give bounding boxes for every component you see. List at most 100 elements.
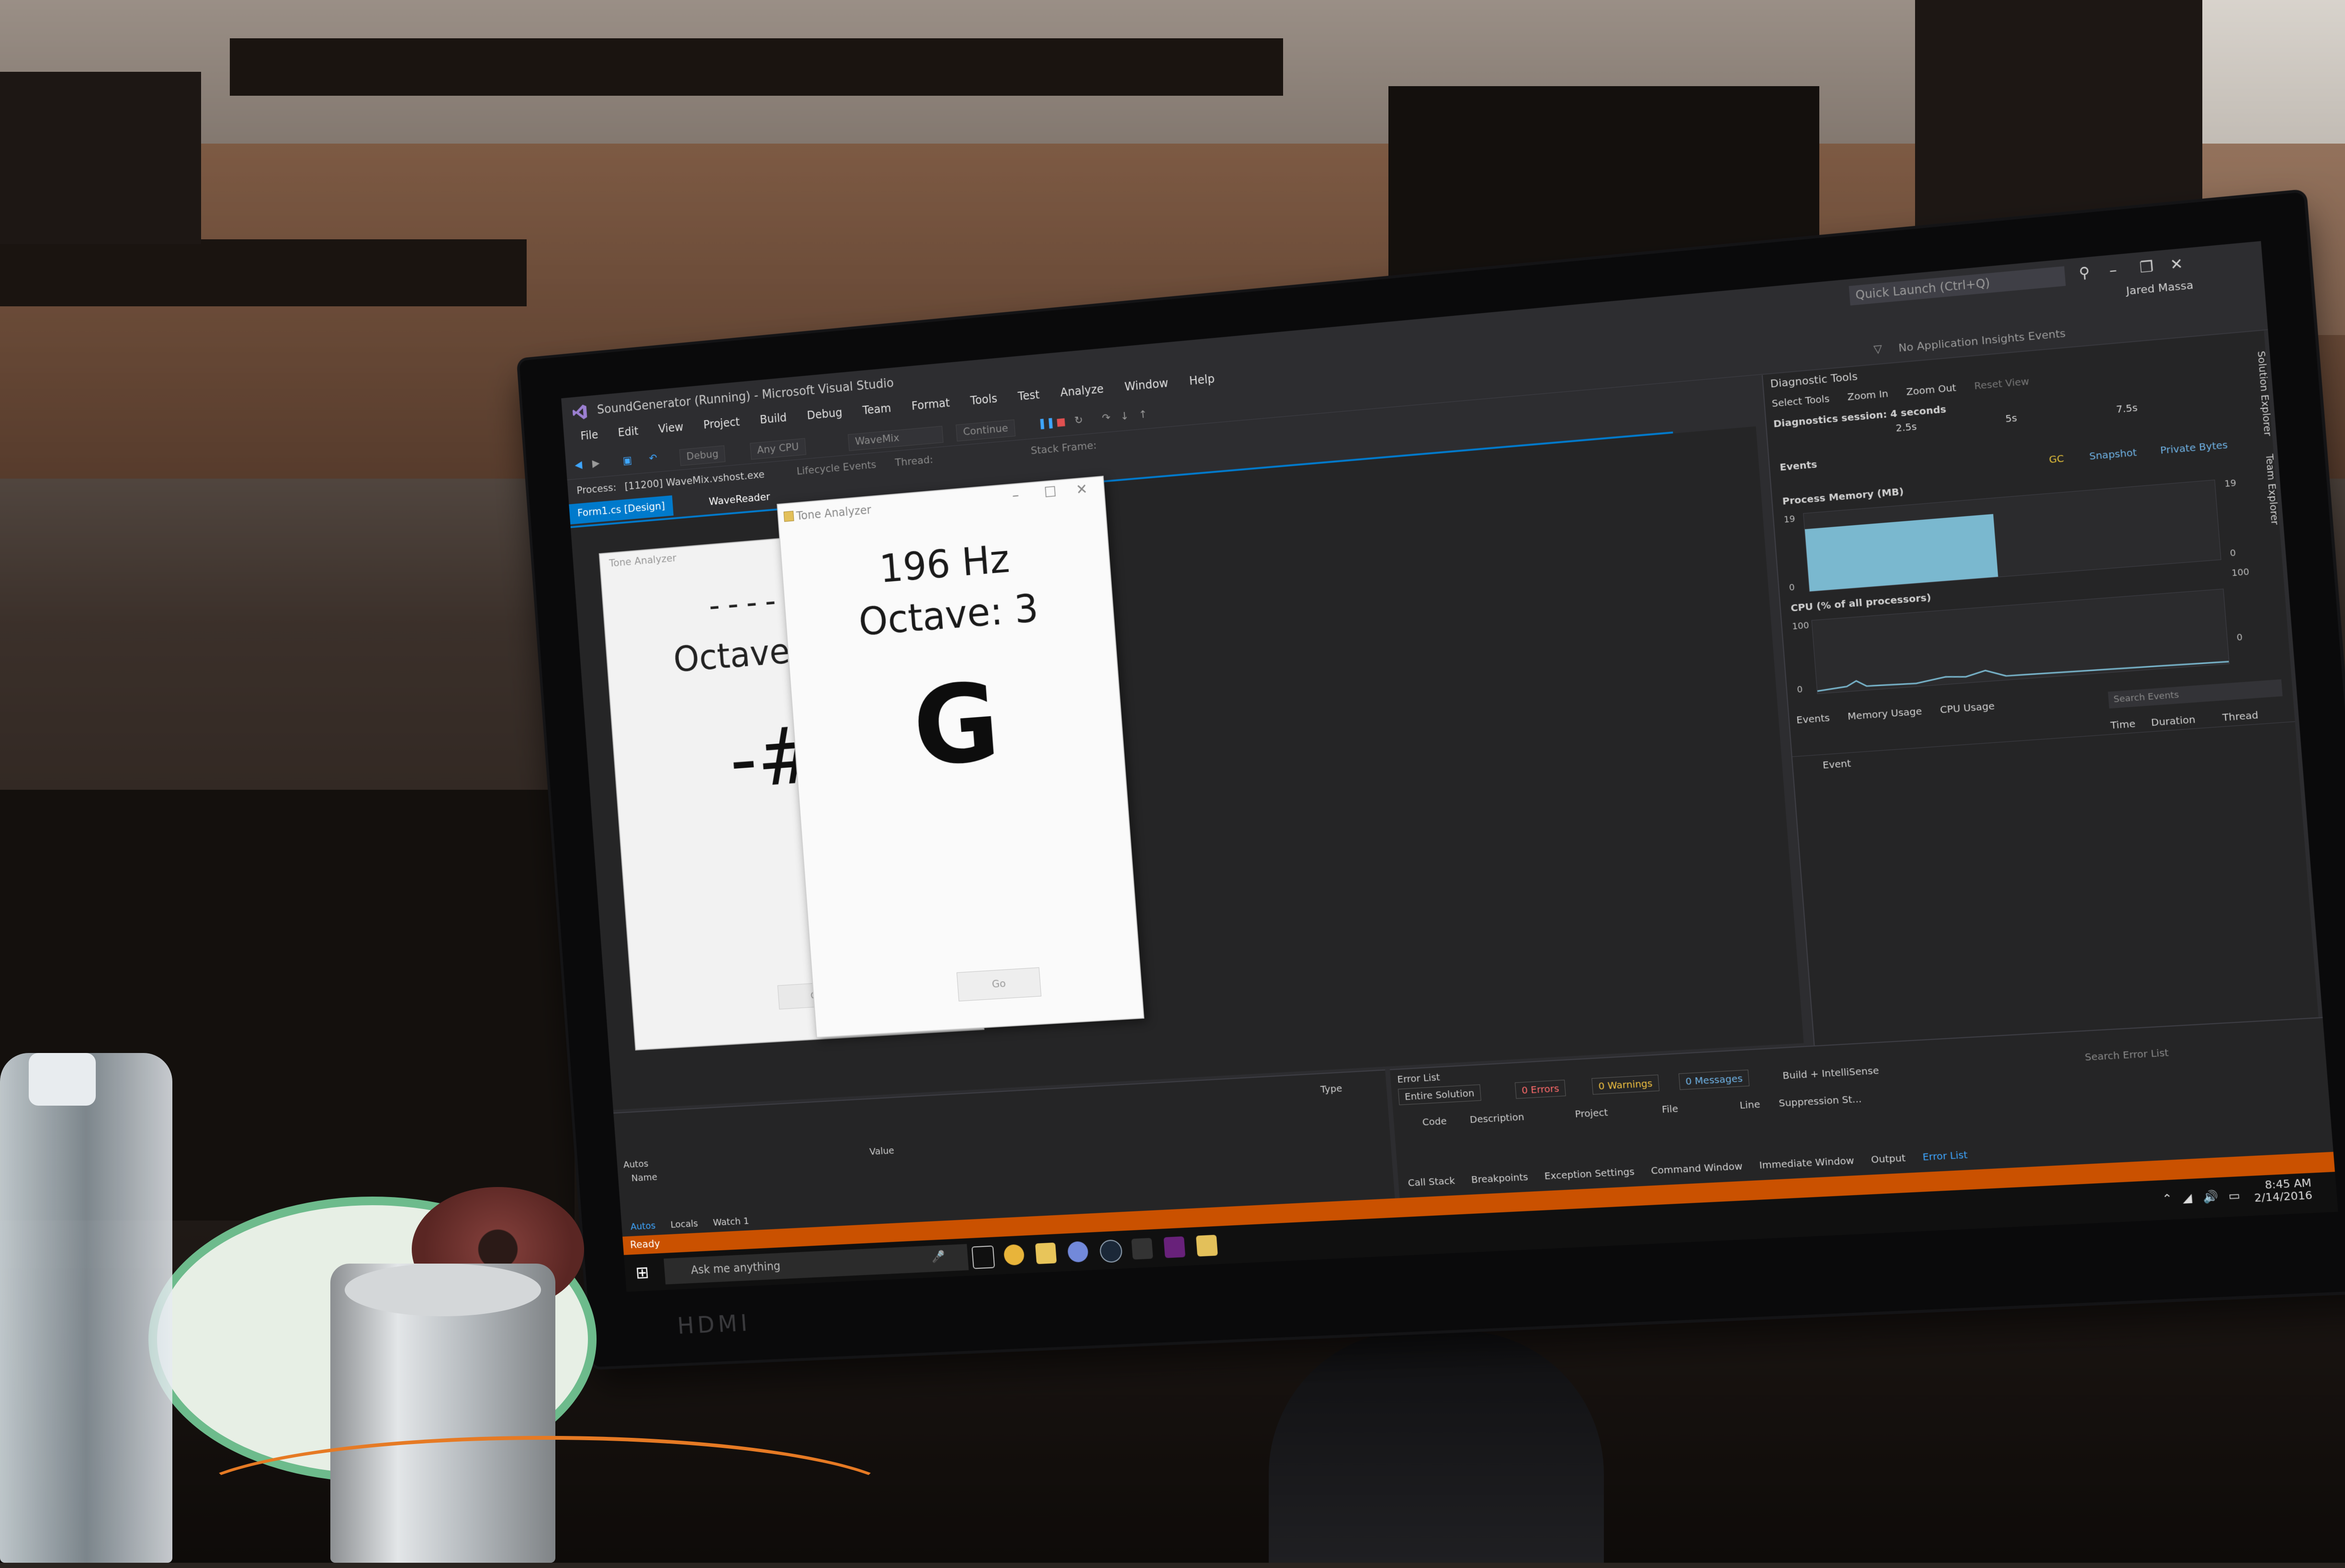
diagnostic-tools-panel: Diagnostic Tools Select Tools Zoom In Zo… bbox=[1761, 331, 2319, 1046]
platform-select[interactable]: Any CPU bbox=[750, 438, 806, 460]
step-into-icon[interactable]: ↓ bbox=[1120, 410, 1133, 423]
start-icon[interactable]: ⊞ bbox=[635, 1263, 649, 1283]
cpu-axis-min-right: 0 bbox=[2236, 632, 2243, 643]
media-player-icon[interactable] bbox=[1131, 1238, 1153, 1260]
tab-command-window[interactable]: Command Window bbox=[1651, 1160, 1743, 1176]
visual-studio-taskbar-icon[interactable] bbox=[1163, 1236, 1186, 1258]
menu-test[interactable]: Test bbox=[1017, 388, 1040, 403]
zoom-in-button[interactable]: Zoom In bbox=[1847, 388, 1889, 403]
restore-button[interactable]: ❐ bbox=[2139, 258, 2154, 277]
menu-help[interactable]: Help bbox=[1189, 372, 1215, 387]
menu-debug[interactable]: Debug bbox=[807, 406, 843, 422]
maximize-button[interactable]: ☐ bbox=[1043, 483, 1057, 501]
column-value[interactable]: Value bbox=[869, 1144, 894, 1157]
config-select[interactable]: Debug bbox=[679, 445, 726, 466]
menu-project[interactable]: Project bbox=[703, 415, 740, 432]
column-suppression[interactable]: Suppression St... bbox=[1778, 1093, 1862, 1109]
user-name[interactable]: Jared Massa bbox=[2126, 279, 2194, 297]
close-button[interactable]: ✕ bbox=[1075, 481, 1088, 498]
select-tools-button[interactable]: Select Tools bbox=[1771, 392, 1830, 409]
column-description[interactable]: Description bbox=[1469, 1111, 1524, 1125]
menu-tools[interactable]: Tools bbox=[970, 392, 998, 407]
tone-analyzer-window[interactable]: Tone Analyzer – ☐ ✕ 196 Hz Octave: 3 G G… bbox=[777, 475, 1145, 1038]
zoom-out-button[interactable]: Zoom Out bbox=[1906, 381, 1957, 398]
warnings-filter[interactable]: 0 Warnings bbox=[1591, 1075, 1659, 1095]
designer-form-title: Tone Analyzer bbox=[609, 552, 677, 570]
volume-icon[interactable]: 🔊 bbox=[2202, 1189, 2219, 1204]
column-line[interactable]: Line bbox=[1739, 1098, 1760, 1111]
search-icon[interactable]: ⚲ bbox=[2078, 264, 2091, 282]
menu-build[interactable]: Build bbox=[759, 411, 787, 426]
column-code[interactable]: Code bbox=[1422, 1115, 1447, 1128]
search-events-input[interactable]: Search Events bbox=[2108, 679, 2283, 709]
forward-icon[interactable]: ▶ bbox=[592, 457, 604, 470]
notifications-icon[interactable]: ▭ bbox=[2228, 1188, 2241, 1203]
stop-icon[interactable]: ■ bbox=[1056, 415, 1069, 429]
menu-view[interactable]: View bbox=[658, 420, 684, 436]
chrome-icon[interactable] bbox=[1003, 1244, 1025, 1266]
tab-events[interactable]: Events bbox=[1796, 712, 1830, 726]
task-view-icon[interactable] bbox=[971, 1245, 995, 1269]
restart-icon[interactable]: ↻ bbox=[1074, 414, 1087, 427]
menu-window[interactable]: Window bbox=[1124, 376, 1169, 393]
errors-filter[interactable]: 0 Errors bbox=[1515, 1079, 1566, 1099]
column-duration[interactable]: Duration bbox=[2151, 713, 2196, 728]
tab-breakpoints[interactable]: Breakpoints bbox=[1471, 1171, 1528, 1186]
column-type[interactable]: Type bbox=[1320, 1082, 1342, 1095]
tab-exception-settings[interactable]: Exception Settings bbox=[1544, 1165, 1635, 1182]
menu-format[interactable]: Format bbox=[911, 396, 950, 413]
memory-label[interactable]: Process Memory (MB) bbox=[1782, 485, 1904, 507]
tab-watch-1[interactable]: Watch 1 bbox=[713, 1215, 750, 1228]
pause-icon[interactable]: ❚❚ bbox=[1037, 417, 1055, 431]
tab-locals[interactable]: Locals bbox=[670, 1218, 699, 1230]
tray-chevron-icon[interactable]: ⌃ bbox=[2162, 1192, 2173, 1206]
steam-icon[interactable] bbox=[1099, 1239, 1123, 1263]
menu-edit[interactable]: Edit bbox=[618, 425, 639, 439]
go-button[interactable]: Go bbox=[956, 967, 1042, 1002]
column-time[interactable]: Time bbox=[2110, 717, 2136, 731]
build-select[interactable]: Build + IntelliSense bbox=[1776, 1062, 1885, 1084]
menu-team[interactable]: Team bbox=[862, 402, 891, 417]
minimize-button[interactable]: – bbox=[1012, 487, 1020, 504]
save-icon[interactable]: ▣ bbox=[622, 454, 635, 467]
tab-autos[interactable]: Autos bbox=[630, 1220, 656, 1232]
tab-error-list[interactable]: Error List bbox=[1922, 1149, 1968, 1163]
cpu-label[interactable]: CPU (% of all processors) bbox=[1790, 592, 1931, 614]
scope-select[interactable]: Entire Solution bbox=[1398, 1084, 1481, 1105]
events-label[interactable]: Events bbox=[1779, 459, 1817, 473]
continue-button[interactable]: Continue bbox=[956, 419, 1016, 442]
tab-immediate-window[interactable]: Immediate Window bbox=[1759, 1154, 1855, 1171]
close-button[interactable]: ✕ bbox=[2169, 255, 2184, 274]
column-project[interactable]: Project bbox=[1575, 1107, 1609, 1120]
discord-icon[interactable] bbox=[1067, 1241, 1089, 1263]
menu-analyze[interactable]: Analyze bbox=[1060, 382, 1105, 400]
tab-team-explorer[interactable]: Team Explorer bbox=[2264, 453, 2282, 525]
lifecycle-events[interactable]: Lifecycle Events bbox=[796, 459, 877, 478]
column-event[interactable]: Event bbox=[1822, 757, 1851, 771]
back-icon[interactable]: ◀ bbox=[575, 459, 586, 471]
startup-select[interactable]: WaveMix bbox=[847, 426, 944, 451]
column-name[interactable]: Name bbox=[631, 1171, 658, 1184]
tab-output[interactable]: Output bbox=[1871, 1152, 1906, 1165]
step-out-icon[interactable]: ↑ bbox=[1139, 408, 1151, 422]
tab-call-stack[interactable]: Call Stack bbox=[1408, 1175, 1455, 1188]
microphone-icon[interactable]: 🎤 bbox=[931, 1250, 946, 1264]
file-explorer-icon[interactable] bbox=[1035, 1242, 1057, 1265]
reset-view-button[interactable]: Reset View bbox=[1974, 375, 2030, 392]
network-icon[interactable]: ◢ bbox=[2182, 1191, 2193, 1205]
search-error-list-input[interactable]: Search Error List bbox=[2085, 1047, 2169, 1063]
filter-icon[interactable]: ▽ bbox=[1873, 343, 1887, 357]
tab-cpu-usage[interactable]: CPU Usage bbox=[1939, 700, 1995, 716]
step-over-icon[interactable]: ↷ bbox=[1102, 412, 1115, 425]
minimize-button[interactable]: – bbox=[2108, 261, 2118, 279]
quick-launch-input[interactable]: Quick Launch (Ctrl+Q) bbox=[1849, 266, 2066, 306]
clock[interactable]: 8:45 AM 2/14/2016 bbox=[2253, 1177, 2313, 1205]
menu-file[interactable]: File bbox=[580, 428, 599, 442]
column-thread[interactable]: Thread bbox=[2222, 709, 2259, 723]
tab-memory-usage[interactable]: Memory Usage bbox=[1847, 705, 1922, 722]
undo-icon[interactable]: ↶ bbox=[649, 452, 661, 465]
tab-solution-explorer[interactable]: Solution Explorer bbox=[2255, 350, 2274, 437]
tone-analyzer-taskbar-icon[interactable] bbox=[1195, 1234, 1218, 1257]
column-file[interactable]: File bbox=[1661, 1103, 1679, 1115]
messages-filter[interactable]: 0 Messages bbox=[1679, 1069, 1750, 1090]
